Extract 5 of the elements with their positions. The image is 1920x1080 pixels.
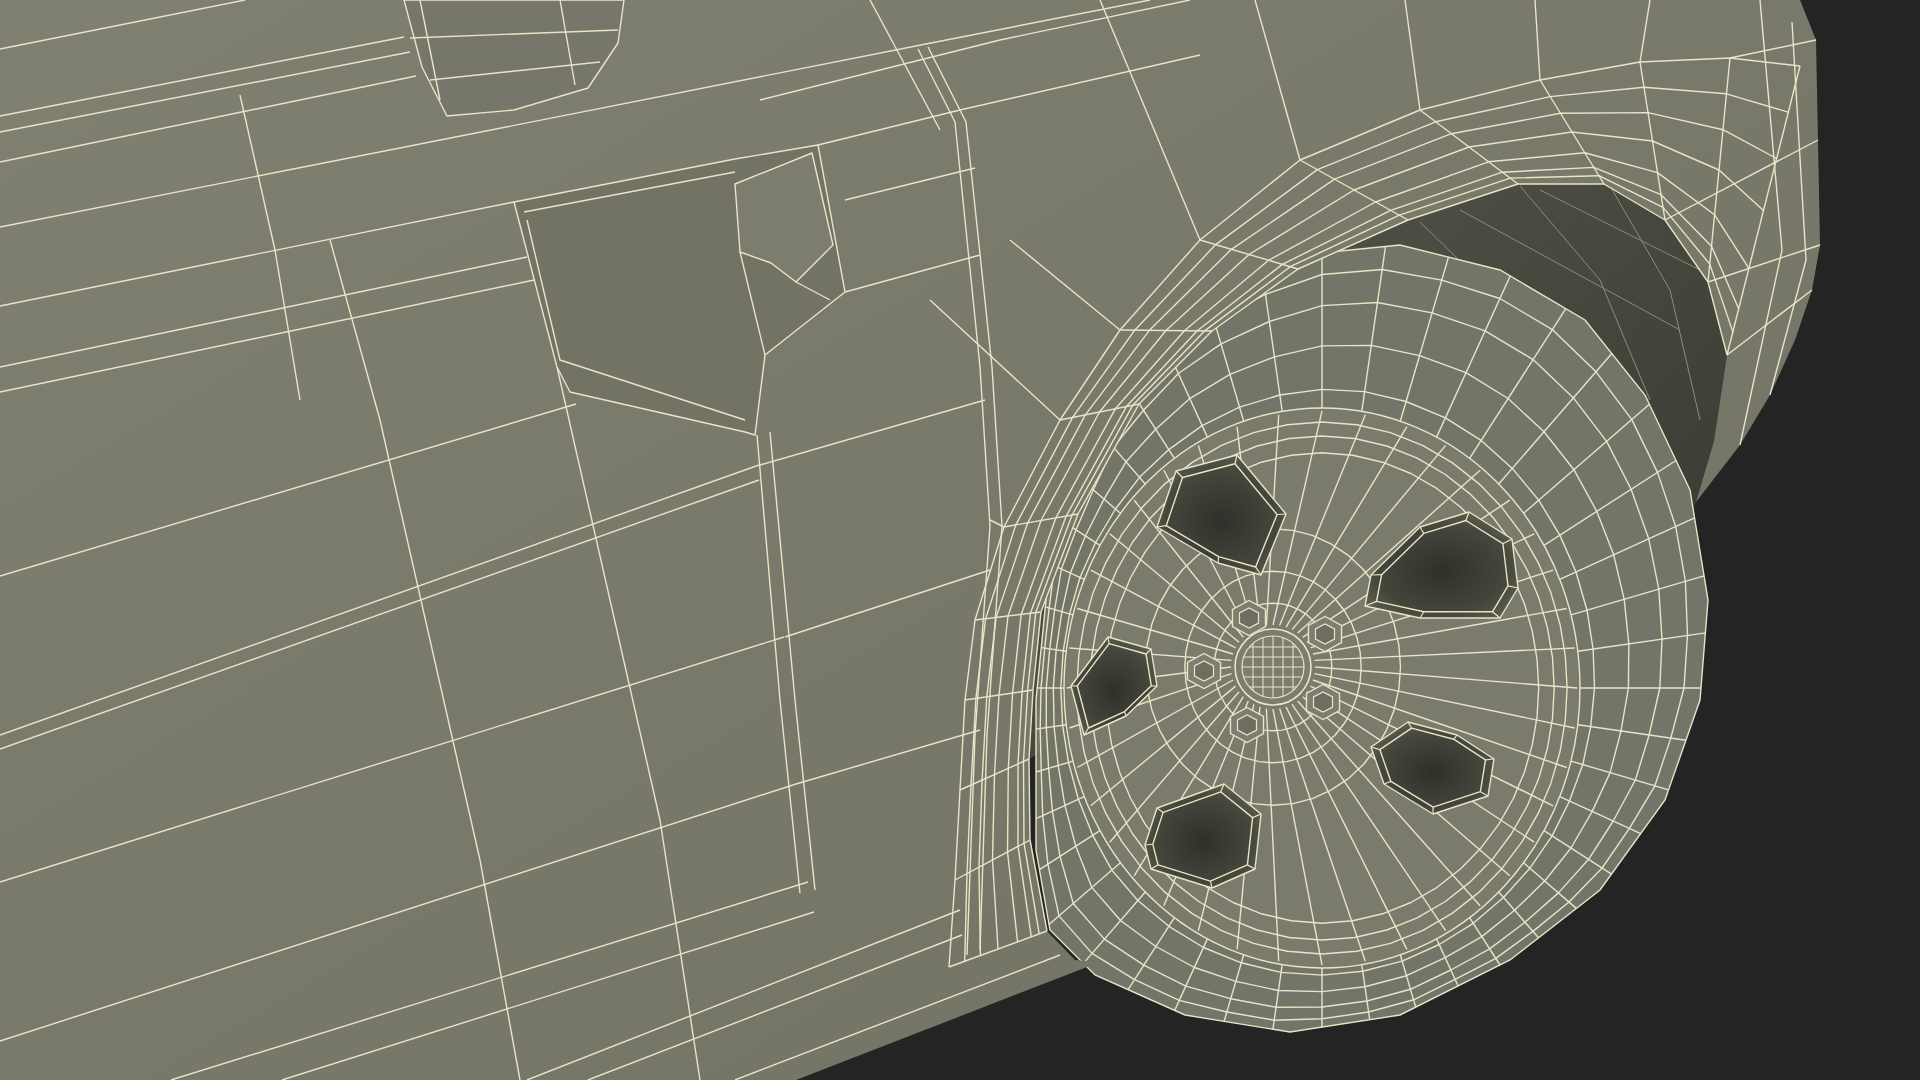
- lug-nut: [1231, 599, 1267, 637]
- lug-nut: [1307, 615, 1343, 653]
- lug-nut: [1186, 652, 1222, 690]
- lug-nut: [1305, 683, 1341, 721]
- lug-nut: [1229, 706, 1265, 744]
